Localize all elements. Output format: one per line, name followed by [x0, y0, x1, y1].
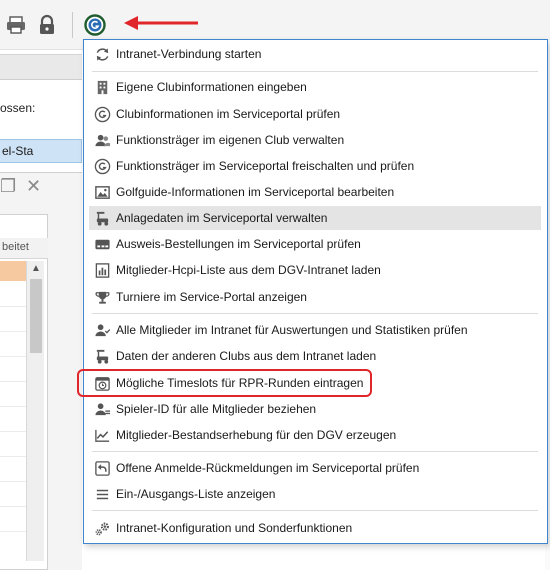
background-column-header[interactable]: beitet [0, 238, 48, 259]
toolbar-separator [72, 12, 73, 38]
menu-item-label: Anlagedaten im Serviceportal verwalten [116, 211, 328, 225]
restore-icon[interactable]: ❐ [0, 176, 16, 197]
menu-item-label: Golfguide-Informationen im Serviceportal… [116, 185, 395, 199]
background-rows [0, 282, 26, 532]
table-row[interactable] [0, 382, 26, 407]
reply-icon [93, 459, 111, 477]
menu-separator [92, 313, 538, 314]
menu-item-intranet-verbindung[interactable]: Intranet-Verbindung starten [89, 42, 541, 66]
gears-icon [93, 519, 111, 537]
close-icon[interactable]: ✕ [26, 176, 41, 197]
background-scrollbar[interactable]: ▲ [26, 261, 44, 561]
menu-item-label: Intranet-Konfiguration und Sonderfunktio… [116, 521, 353, 535]
annotation-highlight-box [77, 369, 372, 397]
background-highlighted-row[interactable] [0, 261, 26, 281]
menu-item-label: Daten der anderen Clubs aus dem Intranet… [116, 349, 377, 363]
table-row[interactable] [0, 307, 26, 332]
menu-item-bestandserhebung[interactable]: Mitglieder-Bestandserhebung für den DGV … [89, 423, 541, 447]
menu-item-label: Turniere im Service-Portal anzeigen [116, 290, 307, 304]
table-row[interactable] [0, 332, 26, 357]
table-row[interactable] [0, 482, 26, 507]
line-chart-icon [93, 426, 111, 444]
id-card-icon [93, 235, 111, 253]
golf-g-icon [93, 157, 111, 175]
building-icon [93, 78, 111, 96]
menu-item-funktionstraeger-verwalten[interactable]: Funktionsträger im eigenen Club verwalte… [89, 128, 541, 152]
menu-item-konfiguration[interactable]: Intranet-Konfiguration und Sonderfunktio… [89, 516, 541, 540]
user-id-icon [93, 400, 111, 418]
menu-item-label: Funktionsträger im Serviceportal freisch… [116, 159, 415, 173]
list-icon [93, 485, 111, 503]
image-icon [93, 183, 111, 201]
menu-item-label: Intranet-Verbindung starten [116, 47, 262, 61]
table-row[interactable] [0, 432, 26, 457]
golf-cart-icon [93, 347, 111, 365]
menu-item-rueckmeldungen[interactable]: Offene Anmelde-Rückmeldungen im Servicep… [89, 456, 541, 480]
menu-item-hcpi-liste[interactable]: Mitglieder-Hcpi-Liste aus dem DGV-Intran… [89, 258, 541, 282]
menu-item-label: Eigene Clubinformationen eingeben [116, 80, 307, 94]
user-check-icon [93, 321, 111, 339]
menu-item-label: Alle Mitglieder im Intranet für Auswertu… [116, 323, 468, 337]
bar-list-icon [93, 261, 111, 279]
menu-item-label: Ein-/Ausgangs-Liste anzeigen [116, 487, 276, 501]
golf-g-icon[interactable] [84, 14, 106, 36]
lock-icon[interactable] [36, 14, 58, 36]
menu-separator [92, 510, 538, 511]
menu-item-label: Offene Anmelde-Rückmeldungen im Servicep… [116, 461, 420, 475]
menu-separator [92, 71, 538, 72]
table-row[interactable] [0, 282, 26, 307]
menu-item-clubinfo-pruefen[interactable]: Clubinformationen im Serviceportal prüfe… [89, 102, 541, 126]
intranet-menu: Intranet-Verbindung starten Eigene Clubi… [83, 39, 548, 544]
menu-item-label: Clubinformationen im Serviceportal prüfe… [116, 107, 341, 121]
menu-item-alle-mitglieder[interactable]: Alle Mitglieder im Intranet für Auswertu… [89, 318, 541, 342]
menu-item-ausweis[interactable]: Ausweis-Bestellungen im Serviceportal pr… [89, 232, 541, 256]
users-icon [93, 131, 111, 149]
trophy-icon [93, 288, 111, 306]
golf-g-icon [93, 105, 111, 123]
menu-item-funktionstraeger-freischalten[interactable]: Funktionsträger im Serviceportal freisch… [89, 154, 541, 178]
table-row[interactable] [0, 407, 26, 432]
menu-item-clubinfo-eingeben[interactable]: Eigene Clubinformationen eingeben [89, 75, 541, 99]
menu-item-anlagedaten[interactable]: Anlagedaten im Serviceportal verwalten [89, 206, 541, 230]
annotation-arrow [124, 16, 198, 30]
table-row[interactable] [0, 507, 26, 532]
menu-item-turniere[interactable]: Turniere im Service-Portal anzeigen [89, 285, 541, 309]
menu-separator [92, 451, 538, 452]
background-label: ossen: [0, 101, 36, 115]
menu-item-andere-clubs[interactable]: Daten der anderen Clubs aus dem Intranet… [89, 344, 541, 368]
scroll-thumb[interactable] [30, 279, 42, 353]
menu-item-spieler-id[interactable]: Spieler-ID für alle Mitglieder beziehen [89, 397, 541, 421]
background-header-strip [0, 54, 82, 80]
menu-item-label: Funktionsträger im eigenen Club verwalte… [116, 133, 345, 147]
menu-item-golfguide[interactable]: Golfguide-Informationen im Serviceportal… [89, 180, 541, 204]
background-selected-item[interactable]: el-Sta [0, 139, 82, 163]
printer-icon[interactable] [5, 14, 27, 36]
menu-item-label: Spieler-ID für alle Mitglieder beziehen [116, 402, 317, 416]
menu-item-label: Mitglieder-Hcpi-Liste aus dem DGV-Intran… [116, 263, 381, 277]
menu-item-ein-ausgangs-liste[interactable]: Ein-/Ausgangs-Liste anzeigen [89, 482, 541, 506]
scroll-up-icon[interactable]: ▲ [27, 263, 45, 274]
menu-item-label: Mitglieder-Bestandserhebung für den DGV … [116, 428, 397, 442]
table-row[interactable] [0, 457, 26, 482]
refresh-icon [93, 45, 111, 63]
table-row[interactable] [0, 357, 26, 382]
golf-cart-icon [93, 209, 111, 227]
menu-item-label: Ausweis-Bestellungen im Serviceportal pr… [116, 237, 361, 251]
